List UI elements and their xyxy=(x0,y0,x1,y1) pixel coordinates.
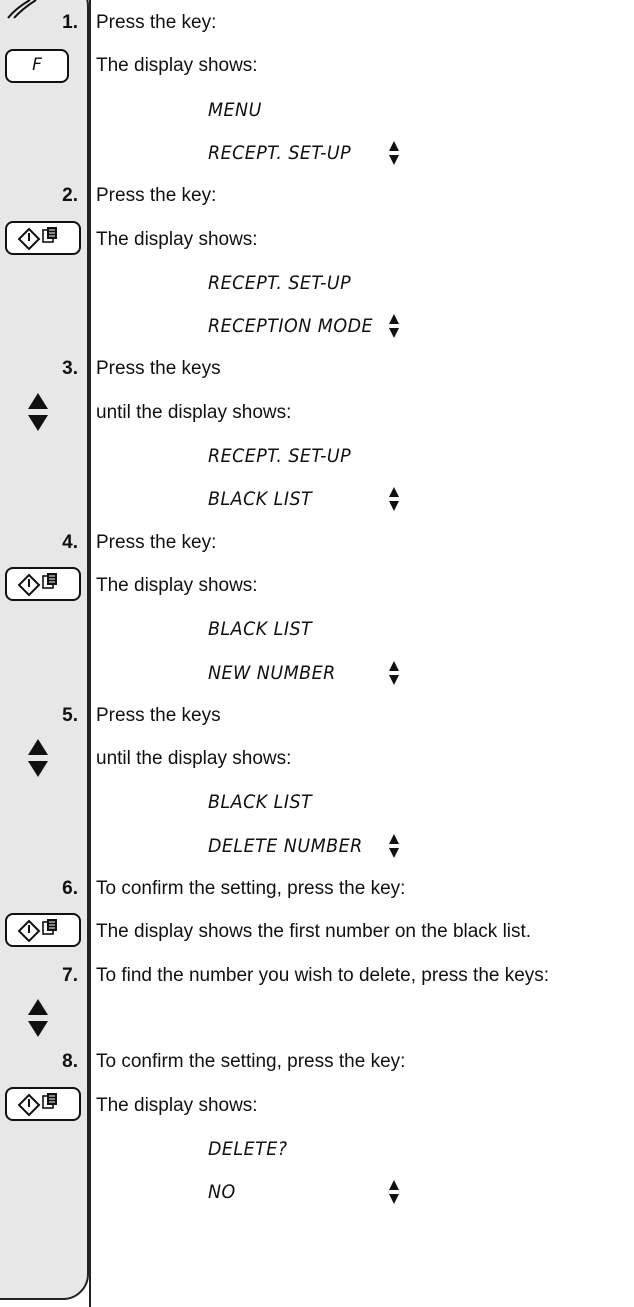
display-readout: DELETE? xyxy=(208,1137,288,1160)
up-down-arrow-keys-icon xyxy=(27,998,49,1038)
display-readout: RECEPT. SET-UP xyxy=(208,271,352,294)
step-number: 1. xyxy=(62,12,78,33)
display-readout: BLACK LIST xyxy=(208,791,313,814)
scroll-arrows-icon xyxy=(388,313,400,339)
instruction-text: until the display shows: xyxy=(96,401,292,423)
scroll-arrows-icon xyxy=(388,486,400,512)
instruction-text: The display shows the first number on th… xyxy=(96,921,532,943)
start-copy-key-icon xyxy=(5,1086,81,1121)
up-down-arrow-keys-icon xyxy=(27,738,49,778)
step-number: 7. xyxy=(62,964,78,986)
step-number: 5. xyxy=(62,704,78,726)
scroll-arrows-icon xyxy=(388,660,400,686)
start-copy-key-icon xyxy=(5,220,81,255)
instruction-text: The display shows: xyxy=(96,574,258,596)
step-number: 8. xyxy=(62,1051,78,1073)
instruction-text: Press the key: xyxy=(96,185,217,207)
gutter-divider xyxy=(89,0,91,1307)
display-readout: DELETE NUMBER xyxy=(208,834,363,857)
start-copy-key-icon xyxy=(5,566,81,601)
scroll-arrows-icon xyxy=(388,1179,400,1205)
f-key-label: F xyxy=(32,55,42,76)
step-number: 4. xyxy=(62,531,78,553)
instruction-text: until the display shows: xyxy=(96,748,292,770)
instruction-text: Press the keys xyxy=(96,704,221,726)
display-readout: RECEPTION MODE xyxy=(208,315,373,338)
instruction-text: To find the number you wish to delete, p… xyxy=(96,964,550,986)
instruction-text: Press the keys xyxy=(96,358,221,380)
display-readout: NO xyxy=(208,1181,236,1204)
step-number: 2. xyxy=(62,185,78,207)
step-number: 6. xyxy=(62,878,78,899)
instruction-text: The display shows: xyxy=(96,228,258,250)
up-down-arrow-keys-icon xyxy=(27,392,49,432)
f-key-icon: F xyxy=(5,49,69,84)
display-readout: BLACK LIST xyxy=(208,618,313,641)
scroll-arrows-icon xyxy=(388,140,400,166)
display-readout: MENU xyxy=(208,98,262,121)
instruction-text: The display shows: xyxy=(96,55,258,77)
instruction-text: Press the key: xyxy=(96,531,217,553)
step-number: 3. xyxy=(62,358,78,380)
scroll-arrows-icon xyxy=(388,833,400,859)
display-readout: RECEPT. SET-UP xyxy=(208,141,352,164)
instruction-text: To confirm the setting, press the key: xyxy=(96,878,406,899)
instruction-text: To confirm the setting, press the key: xyxy=(96,1051,406,1073)
instruction-text: The display shows: xyxy=(96,1094,258,1116)
display-readout: BLACK LIST xyxy=(208,488,313,511)
display-readout: RECEPT. SET-UP xyxy=(208,445,352,467)
start-copy-key-icon xyxy=(5,913,81,948)
display-readout: NEW NUMBER xyxy=(208,661,336,684)
instruction-text: Press the key: xyxy=(96,12,217,33)
